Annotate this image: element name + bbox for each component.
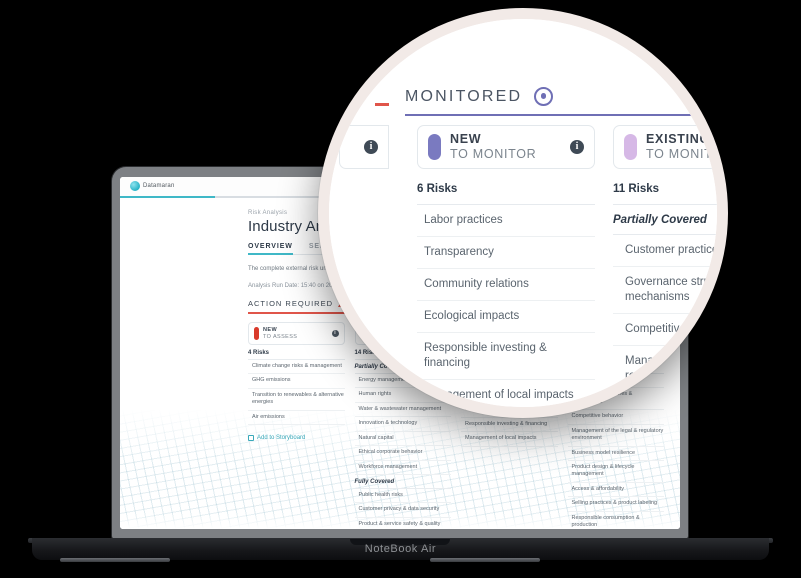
- logo-icon: [130, 181, 140, 191]
- badge-subtitle: TO MONITOR: [450, 147, 537, 161]
- monitored-header: MONITORED: [405, 87, 705, 116]
- badge-subtitle: TO MONITOR: [646, 147, 728, 161]
- list-item[interactable]: Air emissions: [248, 411, 345, 426]
- monitored-columns: NEW TO MONITOR i 6 Risks Labor practices…: [341, 125, 717, 407]
- laptop-foot-right: [430, 558, 540, 562]
- list-item[interactable]: Management of the legal & regulatory env…: [613, 346, 717, 393]
- badge-pill-icon: [254, 327, 259, 340]
- info-icon[interactable]: i: [570, 140, 584, 154]
- magnified-column-new-to-monitor: NEW TO MONITOR i 6 Risks Labor practices…: [417, 125, 595, 407]
- badge-subtitle: TO ASSESS: [263, 333, 298, 340]
- tab-overview[interactable]: OVERVIEW: [248, 243, 293, 255]
- device-brand-label: NoteBook Air: [364, 543, 437, 555]
- magnified-content: MONITORED i NEW TO MONITOR i 6 Risks Lab…: [329, 19, 717, 407]
- list-item[interactable]: Customer practices: [613, 235, 717, 267]
- list-item[interactable]: Workforce management: [354, 461, 451, 475]
- screenshot-stage: Datamaran Risk Analysis Industry Analysi…: [0, 0, 801, 578]
- list-item[interactable]: Management of local impacts: [461, 432, 558, 447]
- app-logo[interactable]: Datamaran: [130, 181, 174, 191]
- list-item[interactable]: Access & affordability: [567, 483, 664, 498]
- badge-existing-to-monitor[interactable]: EXISTING TO MONITOR: [613, 125, 728, 169]
- monitored-title: MONITORED: [405, 87, 523, 105]
- radar-spiral-icon: [534, 87, 554, 106]
- list-item[interactable]: Product design & lifecycle management: [567, 461, 664, 483]
- list-item[interactable]: Business model resilience: [567, 447, 664, 461]
- action-required-title: ACTION REQUIRED: [248, 299, 334, 308]
- laptop-foot-left: [60, 558, 170, 562]
- list-item[interactable]: Responsible investing & financing: [417, 333, 595, 380]
- logo-text: Datamaran: [143, 183, 175, 189]
- add-to-storyboard-label: Add to Storyboard: [257, 435, 306, 442]
- list-item[interactable]: Community relations: [417, 269, 595, 301]
- group-label: Partially Covered: [613, 205, 717, 235]
- list-item[interactable]: Management of local impacts: [417, 380, 595, 407]
- list-item[interactable]: Ecological impacts: [417, 301, 595, 333]
- list-item[interactable]: Responsible investing & financing: [461, 418, 558, 433]
- risk-count: 6 Risks: [417, 169, 595, 205]
- list-item[interactable]: Ethical corporate behavior: [354, 446, 451, 461]
- list-item[interactable]: Responsible consumption & production: [568, 512, 665, 529]
- storyboard-icon: [248, 435, 254, 442]
- list-item[interactable]: Customer privacy & data security: [354, 503, 451, 518]
- badge-title: EXISTING: [646, 132, 710, 146]
- list-item[interactable]: Selling practices & product labeling: [567, 497, 664, 512]
- group-label: Fully Covered: [354, 475, 451, 489]
- list-item[interactable]: Transparency: [417, 237, 595, 269]
- risk-count: 11 Risks: [613, 169, 717, 205]
- badge-title: NEW: [450, 132, 482, 146]
- list-item[interactable]: Governance structures & mechanisms: [613, 267, 717, 314]
- list-item[interactable]: Labor practices: [417, 205, 595, 237]
- list-item[interactable]: Innovation & technology: [354, 417, 451, 432]
- add-to-storyboard-link[interactable]: Add to Storyboard: [248, 435, 345, 442]
- magnifier-lens: MONITORED i NEW TO MONITOR i 6 Risks Lab…: [318, 8, 728, 418]
- badge-pill-icon: [624, 134, 637, 160]
- list-item[interactable]: Management of the legal & regulatory env…: [567, 425, 664, 447]
- list-item[interactable]: Public health risks: [354, 489, 451, 504]
- badge-pill-icon: [428, 134, 441, 160]
- list-item[interactable]: Competitive behavior: [613, 314, 717, 346]
- badge-new-to-monitor[interactable]: NEW TO MONITOR i: [417, 125, 595, 169]
- action-required-underline-remnant: [375, 103, 389, 106]
- list-item[interactable]: Product & service safety & quality: [355, 518, 452, 529]
- magnified-column-existing-to-monitor: EXISTING TO MONITOR 11 Risks Partially C…: [613, 125, 728, 407]
- list-item[interactable]: Competitive behavior: [567, 410, 664, 425]
- list-item[interactable]: Natural capital: [354, 432, 451, 447]
